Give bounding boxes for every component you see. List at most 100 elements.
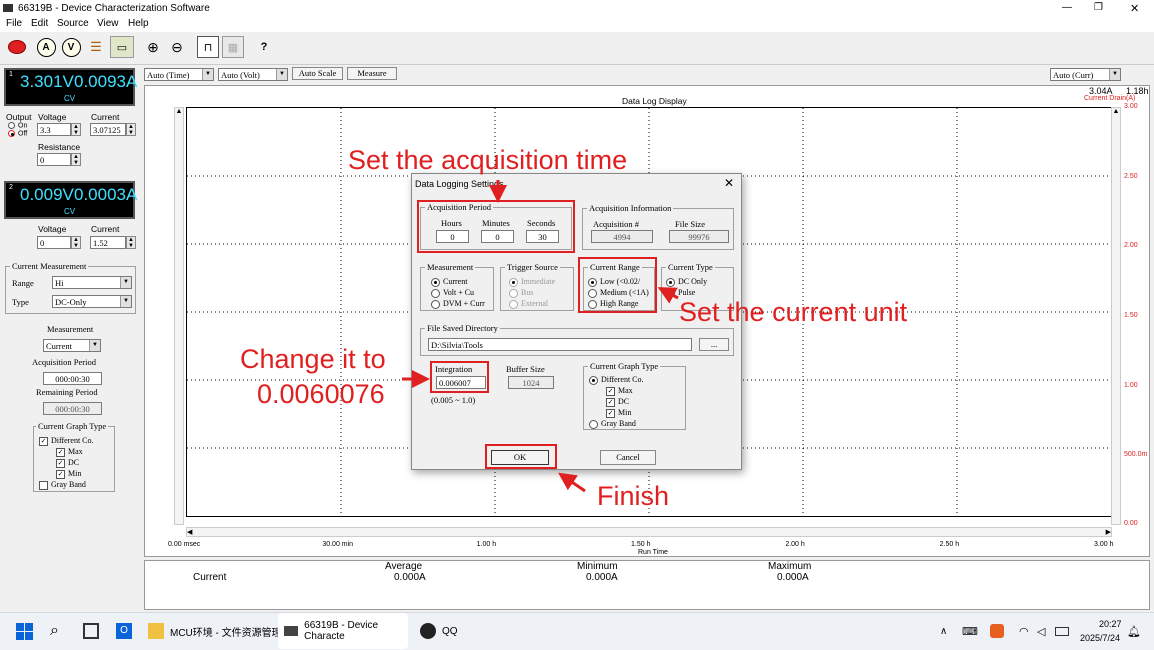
ch1-current-input[interactable]: 3.07125	[90, 123, 126, 136]
dialog-title: Data Logging Settings	[415, 179, 504, 189]
measurement-select[interactable]: Current ▼	[43, 339, 101, 352]
menu-source[interactable]: Source	[57, 18, 89, 29]
type-select[interactable]: DC-Only ▼	[52, 295, 132, 308]
meas-volt-cu-radio[interactable]: Volt + Cu	[431, 288, 474, 298]
tray-ime-icon[interactable]: ⌨	[962, 613, 978, 649]
highlight-ok-button	[485, 444, 557, 469]
ch2-current-input[interactable]: 1.52	[90, 236, 126, 249]
left-different-co-checkbox[interactable]: ✓ Different Co.	[39, 436, 94, 446]
grid-view-icon[interactable]: ▦	[222, 36, 244, 58]
dialog-graph-type-group: Current Graph Type Different Co. ✓ Max ✓ D…	[583, 361, 686, 430]
zoom-in-icon[interactable]: ⊕	[143, 36, 163, 58]
minimize-button[interactable]: —	[1062, 2, 1072, 13]
clock-date[interactable]: 2025/7/24	[1080, 633, 1120, 643]
current-type-title: Current Type	[666, 262, 715, 272]
stats-minimum-label: Minimum	[577, 561, 618, 572]
annotation-set-unit: Set the current unit	[679, 297, 908, 327]
volume-icon[interactable]: ◁	[1037, 613, 1045, 649]
tray-app-icon[interactable]	[990, 613, 1004, 649]
meas-current-radio[interactable]: Current	[431, 277, 467, 287]
dialog-close-button[interactable]: ✕	[724, 176, 734, 190]
left-graph-type-group: Current Graph Type ✓ Different Co. ✓ Max ✓…	[33, 421, 115, 492]
tray-chevron-icon[interactable]: ∧	[940, 613, 947, 649]
channel2-voltage: 0.009V	[20, 185, 74, 204]
graph-min-checkbox[interactable]: ✓ Min	[606, 408, 631, 418]
maximize-button[interactable]: ❐	[1094, 2, 1103, 13]
cancel-button[interactable]: Cancel	[600, 450, 656, 465]
windows-icon	[16, 622, 33, 640]
directory-input[interactable]: D:\Silvia\Tools	[428, 338, 692, 351]
menu-help[interactable]: Help	[128, 18, 149, 29]
search-icon[interactable]: ⌕	[50, 613, 59, 649]
app-taskbar-icon	[284, 626, 299, 636]
auto-volt-select[interactable]: Auto (Volt) ▼	[218, 68, 288, 81]
auto-scale-button[interactable]: Auto Scale	[292, 67, 343, 80]
ch2-current-spinner[interactable]: ▲ ▼	[126, 236, 136, 249]
left-graph-type-title: Current Graph Type	[36, 421, 109, 431]
channel2-index: 2	[9, 184, 13, 191]
ch2-voltage-input[interactable]: 0	[37, 236, 71, 249]
folder-icon	[148, 623, 164, 639]
help-icon[interactable]: ?	[254, 36, 274, 58]
channel1-display: 1 3.301V 0.0093A CV	[4, 68, 137, 106]
clock-time[interactable]: 20:27	[1099, 619, 1122, 629]
title-bar: 66319B - Device Characterization Softwar…	[0, 0, 1154, 17]
toolbar: A V ☰ ▭ ⊕ ⊖ ⊓ ▦ ?	[0, 32, 1154, 65]
graph-max-checkbox[interactable]: ✓ Max	[606, 386, 633, 396]
left-max-checkbox[interactable]: ✓ Max	[56, 447, 83, 457]
waveform-settings-icon[interactable]: ☰	[86, 36, 106, 58]
y-tick-label: 1.00	[1124, 381, 1138, 389]
task-view-icon[interactable]	[83, 613, 99, 649]
data-log-icon[interactable]: ▭	[110, 36, 134, 58]
stats-average-value: 0.000A	[394, 572, 426, 583]
meas-dvm-curr-radio[interactable]: DVM + Curr	[431, 299, 485, 309]
zoom-out-icon[interactable]: ⊖	[167, 36, 187, 58]
measure-button[interactable]: Measure	[347, 67, 397, 80]
vertical-scrollbar-right[interactable]: ▲	[1111, 107, 1121, 525]
ch1-current-spinner[interactable]: ▲ ▼	[126, 123, 136, 136]
wifi-icon[interactable]: ◠	[1019, 613, 1029, 649]
stop-icon[interactable]	[7, 36, 27, 58]
resistance-spinner[interactable]: ▲ ▼	[71, 153, 81, 166]
trig-external-radio: External	[509, 299, 548, 309]
browse-button[interactable]: ...	[699, 338, 729, 351]
menu-view[interactable]: View	[97, 18, 119, 29]
ammeter-icon[interactable]: A	[36, 36, 56, 58]
ch1-voltage-spinner[interactable]: ▲ ▼	[71, 123, 81, 136]
annotation-finish: Finish	[597, 481, 670, 511]
trig-immediate-radio: Immediate	[509, 277, 555, 287]
y-tick-label: 0.00	[1124, 520, 1138, 527]
auto-time-select[interactable]: Auto (Time) ▼	[144, 68, 214, 81]
output-off-radio[interactable]: Off	[8, 130, 27, 137]
graph-gray-band-radio[interactable]: Gray Band	[589, 419, 636, 429]
left-min-checkbox[interactable]: ✓ Min	[56, 469, 81, 479]
menu-edit[interactable]: Edit	[31, 18, 48, 29]
graph-dc-checkbox[interactable]: ✓ DC	[606, 397, 629, 407]
outlook-icon[interactable]: O	[116, 613, 132, 649]
left-gray-band-checkbox[interactable]: Gray Band	[39, 480, 86, 490]
vertical-scrollbar-left[interactable]: ▲	[174, 107, 184, 525]
ch1-voltage-input[interactable]: 3.3	[37, 123, 71, 136]
range-select[interactable]: Hi ▼	[52, 276, 132, 289]
ch2-voltage-spinner[interactable]: ▲ ▼	[71, 236, 81, 249]
taskbar-qq[interactable]: QQ	[420, 613, 458, 649]
channel2-current: 0.0003A	[74, 185, 138, 204]
ctype-dc-only-radio[interactable]: DC Only	[666, 277, 707, 287]
start-button[interactable]	[16, 613, 33, 649]
horizontal-scrollbar[interactable]: ◀ ▶	[186, 527, 1112, 537]
menu-file[interactable]: File	[6, 18, 22, 29]
graph-different-co-radio[interactable]: Different Co.	[589, 375, 644, 385]
pulse-view-icon[interactable]: ⊓	[197, 36, 219, 58]
taskbar-explorer[interactable]: MCU环境 - 文件资源管理	[148, 613, 282, 649]
taskbar-app[interactable]: 66319B - Device Characte	[278, 613, 408, 649]
left-dc-checkbox[interactable]: ✓ DC	[56, 458, 79, 468]
notification-icon[interactable]: 🔔︎	[1127, 613, 1141, 649]
close-button[interactable]: ✕	[1130, 2, 1139, 15]
voltmeter-icon[interactable]: V	[61, 36, 81, 58]
battery-icon[interactable]	[1055, 613, 1069, 649]
acq-period-field[interactable]: 000:00:30	[43, 372, 102, 385]
integration-range: (0.005 ~ 1.0)	[431, 395, 476, 405]
resistance-input[interactable]: 0	[37, 153, 71, 166]
output-on-radio[interactable]: On	[8, 122, 27, 129]
auto-curr-select[interactable]: Auto (Curr) ▼	[1050, 68, 1121, 81]
